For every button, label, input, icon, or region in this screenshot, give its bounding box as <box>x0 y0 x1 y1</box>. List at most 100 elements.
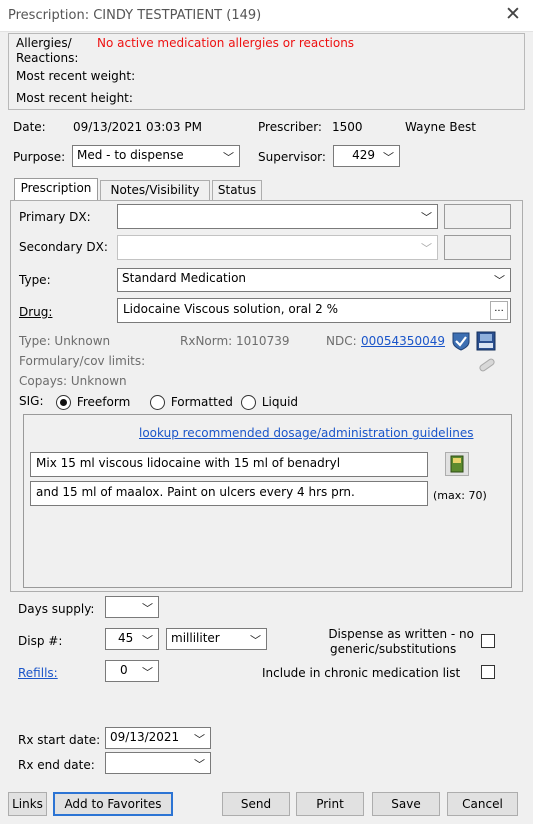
supervisor-select[interactable]: 429 ﹀ <box>333 145 400 167</box>
disp-quantity-value: 45 <box>118 631 134 645</box>
secondary-dx-code-box <box>444 235 511 260</box>
secondary-dx-label: Secondary DX: <box>19 240 108 254</box>
ndc-label: NDC: <box>326 334 357 348</box>
sig-liquid-radio[interactable]: Liquid <box>241 395 298 410</box>
chevron-down-icon: ﹀ <box>494 274 505 287</box>
refills-value: 0 <box>120 663 128 677</box>
print-button[interactable]: Print <box>296 792 364 816</box>
prescriber-id: 1500 <box>332 120 363 134</box>
sig-line-2-value: and 15 ml of maalox. Paint on ulcers eve… <box>36 485 355 499</box>
purpose-label: Purpose: <box>13 150 66 164</box>
radio-icon <box>150 395 165 410</box>
type-value: Standard Medication <box>122 271 247 285</box>
allergies-label: Allergies/ <box>16 36 72 50</box>
disp-unit-select[interactable]: milliliter ﹀ <box>166 628 267 650</box>
drug-value: Lidocaine Viscous solution, oral 2 % <box>123 302 338 316</box>
drug-field[interactable]: Lidocaine Viscous solution, oral 2 % <box>117 298 511 323</box>
save-button[interactable]: Save <box>372 792 440 816</box>
tab-prescription[interactable]: Prescription <box>14 178 98 201</box>
tab-prescription-label: Prescription <box>20 181 92 195</box>
chevron-down-icon: ﹀ <box>250 634 261 647</box>
weight-label: Most recent weight: <box>16 69 136 83</box>
daw-label-line1: Dispense as written - no <box>328 627 474 641</box>
purpose-select[interactable]: Med - to dispense ﹀ <box>72 145 240 167</box>
start-date-label: Rx start date: <box>18 733 101 747</box>
chevron-down-icon: ﹀ <box>142 666 153 679</box>
tab-notes-label: Notes/Visibility <box>110 183 200 197</box>
add-to-favorites-button[interactable]: Add to Favorites <box>53 792 173 816</box>
date-label: Date: <box>13 120 46 134</box>
chevron-down-icon: ﹀ <box>421 242 432 255</box>
drug-label: Drug: <box>19 305 53 319</box>
chevron-down-icon: ﹀ <box>194 758 205 771</box>
copays-info: Copays: Unknown <box>19 374 127 388</box>
verified-shield-icon[interactable] <box>451 331 471 351</box>
book-icon <box>450 455 464 473</box>
type-select[interactable]: Standard Medication ﹀ <box>117 268 511 292</box>
sig-freeform-label: Freeform <box>76 395 131 409</box>
drug-browse-button[interactable]: ... <box>490 301 508 320</box>
height-label: Most recent height: <box>16 91 133 105</box>
allergies-value: No active medication allergies or reacti… <box>97 36 355 50</box>
sig-freeform-radio[interactable]: Freeform <box>56 395 130 410</box>
pill-icon <box>477 356 497 374</box>
chronic-label: Include in chronic medication list <box>262 666 461 680</box>
sig-line-1-value: Mix 15 ml viscous lidocaine with 15 ml o… <box>36 456 341 470</box>
sig-formatted-label: Formatted <box>170 395 233 409</box>
sig-line-2-field[interactable]: and 15 ml of maalox. Paint on ulcers eve… <box>30 481 428 506</box>
supervisor-label: Supervisor: <box>258 150 326 164</box>
end-date-picker[interactable]: ﹀ <box>105 752 211 774</box>
reactions-label: Reactions: <box>16 51 79 65</box>
daw-checkbox[interactable] <box>481 634 495 648</box>
chevron-down-icon: ﹀ <box>383 151 394 164</box>
tab-status[interactable]: Status <box>212 180 262 201</box>
type-label: Type: <box>19 273 51 287</box>
tab-notes-visibility[interactable]: Notes/Visibility <box>100 180 210 201</box>
links-button[interactable]: Links <box>8 792 47 816</box>
radio-icon <box>241 395 256 410</box>
refills-link[interactable]: Refills: <box>18 666 58 680</box>
sig-book-button[interactable] <box>445 452 469 476</box>
radio-selected-icon <box>56 395 71 410</box>
start-date-picker[interactable]: 09/13/2021 ﹀ <box>105 727 211 749</box>
chevron-down-icon: ﹀ <box>223 151 234 164</box>
chevron-down-icon: ﹀ <box>142 634 153 647</box>
sig-line-1-field[interactable]: Mix 15 ml viscous lidocaine with 15 ml o… <box>30 452 428 477</box>
rxnorm-info: RxNorm: 1010739 <box>180 334 290 348</box>
sig-max-chars: (max: 70) <box>433 489 487 502</box>
disp-label: Disp #: <box>18 634 63 648</box>
chevron-down-icon: ﹀ <box>142 602 153 615</box>
secondary-dx-select[interactable]: ﹀ <box>117 235 438 260</box>
supervisor-value: 429 <box>352 148 375 162</box>
sig-formatted-radio[interactable]: Formatted <box>150 395 233 410</box>
nlm-info-icon[interactable] <box>476 331 496 351</box>
primary-dx-select[interactable]: ﹀ <box>117 204 438 229</box>
daw-label-line2: generic/substitutions <box>330 642 457 656</box>
send-button[interactable]: Send <box>222 792 290 816</box>
ndc-link[interactable]: 00054350049 <box>361 334 445 348</box>
sig-liquid-label: Liquid <box>261 395 299 409</box>
chevron-down-icon: ﹀ <box>194 733 205 746</box>
days-supply-label: Days supply: <box>18 602 95 616</box>
start-date-value: 09/13/2021 <box>110 730 180 744</box>
days-supply-select[interactable]: ﹀ <box>105 596 159 618</box>
primary-dx-code-box <box>444 204 511 229</box>
end-date-label: Rx end date: <box>18 758 95 772</box>
lookup-dosage-link[interactable]: lookup recommended dosage/administration… <box>139 426 473 440</box>
tab-status-label: Status <box>217 183 257 197</box>
drug-type-info: Type: Unknown <box>19 334 111 348</box>
disp-unit-value: milliliter <box>171 631 220 645</box>
cancel-button[interactable]: Cancel <box>447 792 518 816</box>
title-bar: Prescription: CINDY TESTPATIENT (149) ✕ <box>0 0 533 32</box>
chronic-checkbox[interactable] <box>481 665 495 679</box>
date-value: 09/13/2021 03:03 PM <box>73 120 202 134</box>
purpose-value: Med - to dispense <box>77 148 184 162</box>
window-title: Prescription: CINDY TESTPATIENT (149) <box>8 8 262 23</box>
chevron-down-icon: ﹀ <box>421 211 432 224</box>
formulary-label: Formulary/cov limits: <box>19 354 146 368</box>
disp-quantity-select[interactable]: 45 ﹀ <box>105 628 159 650</box>
prescriber-name: Wayne Best <box>405 120 476 134</box>
prescriber-label: Prescriber: <box>258 120 322 134</box>
close-icon[interactable]: ✕ <box>502 3 524 27</box>
refills-select[interactable]: 0 ﹀ <box>105 660 159 682</box>
